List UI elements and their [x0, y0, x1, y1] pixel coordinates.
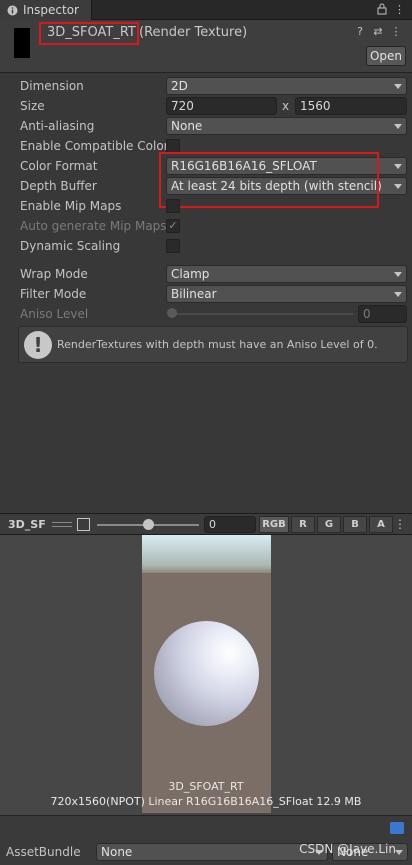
filter-mode-row: Filter Mode Bilinear: [0, 284, 412, 304]
drag-handle-icon[interactable]: [52, 522, 72, 527]
compat-color-checkbox[interactable]: [166, 139, 180, 153]
compat-color-label: Enable Compatible Color F: [20, 139, 166, 153]
mip-maps-row: Enable Mip Maps: [0, 196, 412, 216]
channel-r-button[interactable]: R: [291, 516, 315, 533]
filter-mode-label: Filter Mode: [20, 287, 87, 301]
size-label: Size: [20, 99, 45, 113]
chevron-down-icon: [394, 184, 402, 189]
watermark-text: CSDN @Jave.Lin: [299, 842, 396, 856]
wrap-mode-dropdown[interactable]: Clamp: [166, 265, 407, 283]
preview-texture-name: 3D_SFOAT_RT: [168, 780, 244, 793]
presets-icon[interactable]: ⇄: [372, 26, 384, 38]
aniso-slider-track: [171, 313, 353, 315]
settings-menu-icon[interactable]: ⋮: [390, 26, 402, 38]
channel-b-button[interactable]: B: [343, 516, 367, 533]
tab-inspector[interactable]: Inspector: [0, 0, 92, 20]
chevron-down-icon: [395, 850, 403, 855]
help-icon[interactable]: ?: [354, 26, 366, 38]
preview-menu-icon[interactable]: ⋮: [394, 517, 406, 531]
auto-mip-checkbox: ✓: [166, 219, 180, 233]
chevron-down-icon: [394, 124, 402, 129]
size-separator: x: [282, 99, 290, 113]
auto-mip-label: Auto generate Mip Maps: [20, 219, 166, 233]
anti-aliasing-dropdown[interactable]: None: [166, 117, 407, 135]
preview-title: 3D_SF: [8, 518, 46, 531]
mip-maps-label: Enable Mip Maps: [20, 199, 122, 213]
asset-name: 3D_SFOAT_RT: [47, 25, 136, 40]
warning-icon: !: [24, 331, 52, 359]
asset-bundle-name-dropdown[interactable]: None: [96, 843, 328, 861]
lock-icon[interactable]: [375, 3, 388, 16]
anti-aliasing-label: Anti-aliasing: [20, 119, 95, 133]
aniso-level-field: 0: [358, 305, 407, 323]
channel-g-button[interactable]: G: [317, 516, 341, 533]
asset-bundle-bar: AssetBundle None None CSDN @Jave.Lin: [0, 815, 412, 865]
filter-mode-dropdown[interactable]: Bilinear: [166, 285, 407, 303]
info-icon: [7, 5, 18, 15]
wrap-mode-label: Wrap Mode: [20, 267, 88, 281]
size-height-field[interactable]: 1560: [295, 97, 407, 115]
wrap-mode-row: Wrap Mode Clamp: [0, 264, 412, 284]
asset-header: 3D_SFOAT_RT (Render Texture) ? ⇄ ⋮ Open: [0, 20, 412, 73]
dynamic-scaling-label: Dynamic Scaling: [20, 239, 121, 253]
aniso-slider-knob: [167, 308, 177, 318]
chevron-down-icon: [394, 272, 402, 277]
preview-toolbar: 3D_SF 0 RGB R G B A ⋮: [0, 513, 412, 535]
dimension-label: Dimension: [20, 79, 84, 93]
chevron-down-icon: [394, 84, 402, 89]
texture-thumbnail: [14, 28, 30, 58]
sky-gradient: [142, 535, 271, 573]
color-format-label: Color Format: [20, 159, 98, 173]
depth-buffer-label: Depth Buffer: [20, 179, 97, 193]
chevron-down-icon: [394, 292, 402, 297]
asset-bundle-label: AssetBundle: [6, 845, 81, 859]
aniso-level-label: Aniso Level: [20, 307, 89, 321]
label-tag-icon[interactable]: [390, 822, 404, 834]
asset-type: (Render Texture): [139, 25, 248, 40]
dynamic-scaling-row: Dynamic Scaling: [0, 236, 412, 256]
dynamic-scaling-checkbox[interactable]: [166, 239, 180, 253]
size-width-field[interactable]: 720: [166, 97, 277, 115]
mip-maps-checkbox[interactable]: [166, 199, 180, 213]
mip-slider-knob[interactable]: [143, 519, 154, 530]
aniso-level-row: Aniso Level 0: [0, 304, 412, 324]
anti-aliasing-row: Anti-aliasing None: [0, 116, 412, 136]
texture-image: [142, 535, 271, 813]
tab-label: Inspector: [23, 3, 79, 17]
dimension-dropdown[interactable]: 2D: [166, 77, 407, 95]
help-message: RenderTextures with depth must have an A…: [57, 338, 378, 351]
mip-level-icon: [77, 518, 90, 531]
more-menu-icon[interactable]: ⋮: [393, 3, 406, 16]
texture-preview: [0, 535, 412, 815]
preview-texture-info: 720x1560(NPOT) Linear R16G16B16A16_SFloa…: [50, 795, 362, 808]
channel-rgb-button[interactable]: RGB: [259, 516, 289, 533]
open-button[interactable]: Open: [366, 46, 406, 66]
window-tab-bar: Inspector ⋮: [0, 0, 412, 20]
size-row: Size 720 x 1560: [0, 96, 412, 116]
mip-level-field[interactable]: 0: [204, 516, 256, 533]
dimension-row: Dimension 2D: [0, 76, 412, 96]
auto-mip-row: Auto generate Mip Maps ✓: [0, 216, 412, 236]
help-box: ! RenderTextures with depth must have an…: [18, 326, 408, 363]
chevron-down-icon: [394, 164, 402, 169]
sphere-render: [154, 621, 259, 726]
channel-a-button[interactable]: A: [369, 516, 393, 533]
